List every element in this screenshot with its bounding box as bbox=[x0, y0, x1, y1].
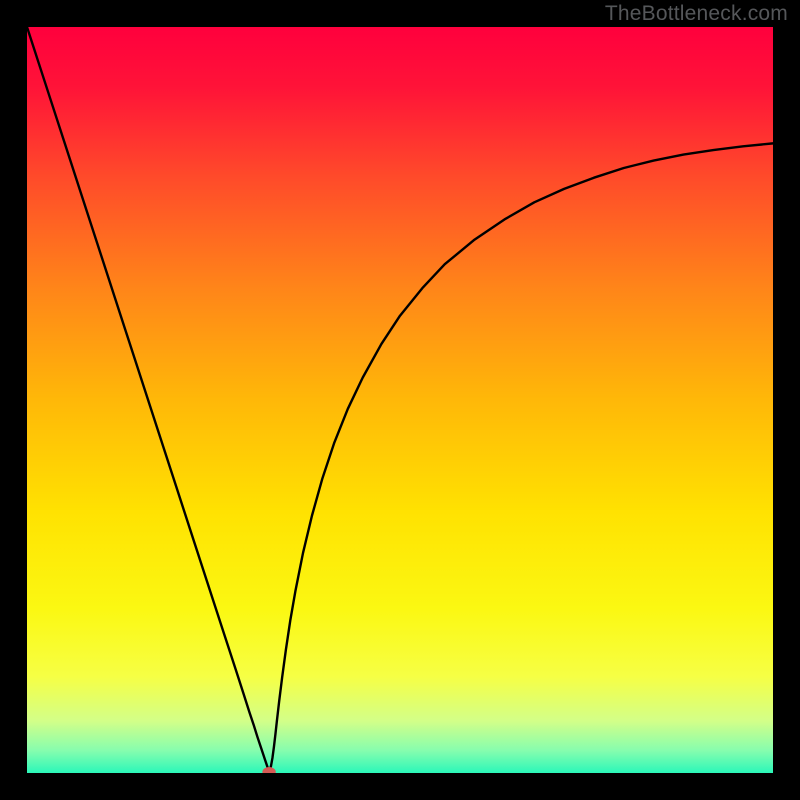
watermark-text: TheBottleneck.com bbox=[605, 2, 788, 26]
plot-area bbox=[27, 27, 773, 773]
chart-container: TheBottleneck.com bbox=[0, 0, 800, 800]
plot-background bbox=[27, 27, 773, 773]
plot-svg bbox=[27, 27, 773, 773]
